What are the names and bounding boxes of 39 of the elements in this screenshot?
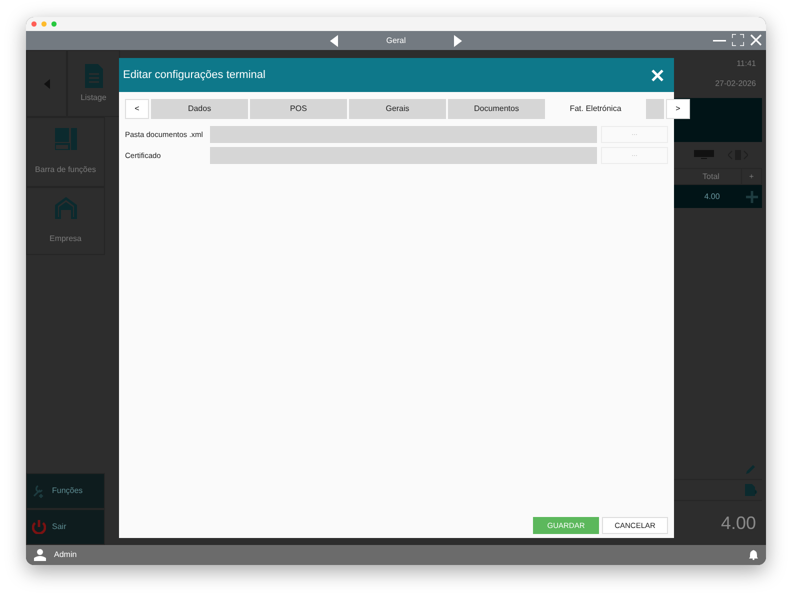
tab[interactable]: Gerais — [349, 99, 446, 119]
fullscreen-icon[interactable] — [732, 34, 744, 46]
user-icon[interactable] — [34, 549, 46, 561]
user-name: Admin — [54, 549, 77, 561]
row-total: 4.00 — [703, 190, 721, 202]
power-icon[interactable] — [32, 520, 46, 534]
bell-icon[interactable] — [749, 550, 758, 560]
dialog-title: Editar configurações terminal — [123, 68, 266, 83]
scroll-right-button[interactable]: > — [666, 99, 690, 119]
tab-stub[interactable] — [646, 99, 664, 119]
tab[interactable]: Documentos — [448, 99, 545, 119]
tile-label: Sair — [52, 521, 66, 533]
clock-date: 27-02-2026 — [715, 78, 756, 90]
tile-label: Barra de funções — [35, 164, 96, 176]
house-icon[interactable] — [54, 197, 76, 219]
plus-icon[interactable] — [746, 190, 758, 202]
grand-total: 4.00 — [720, 512, 756, 534]
column-header: + — [741, 169, 761, 184]
tools-icon[interactable] — [32, 484, 46, 498]
previous-arrow-icon[interactable] — [330, 34, 338, 46]
pencil-icon[interactable] — [745, 463, 757, 475]
tile-label: Funções — [52, 485, 83, 497]
panel-layout-icon[interactable] — [54, 128, 76, 150]
clock-time: 11:41 — [736, 58, 756, 70]
tab[interactable]: Dados — [151, 99, 248, 119]
tile-label: Empresa — [49, 233, 82, 245]
input-field[interactable] — [210, 126, 597, 143]
back-arrow-icon[interactable] — [44, 78, 50, 88]
input-field[interactable] — [210, 147, 597, 164]
tab[interactable]: POS — [250, 99, 347, 119]
app-title: Geral — [386, 34, 406, 46]
scroll-left-button[interactable]: < — [125, 99, 149, 119]
close-icon[interactable] — [651, 68, 664, 82]
next-arrow-icon[interactable] — [454, 34, 462, 46]
monitor-icon[interactable] — [694, 150, 714, 160]
document-icon[interactable] — [84, 64, 102, 88]
column-header: Total — [702, 171, 720, 183]
tile-label: Listage — [80, 92, 106, 104]
close-icon[interactable] — [750, 34, 762, 46]
